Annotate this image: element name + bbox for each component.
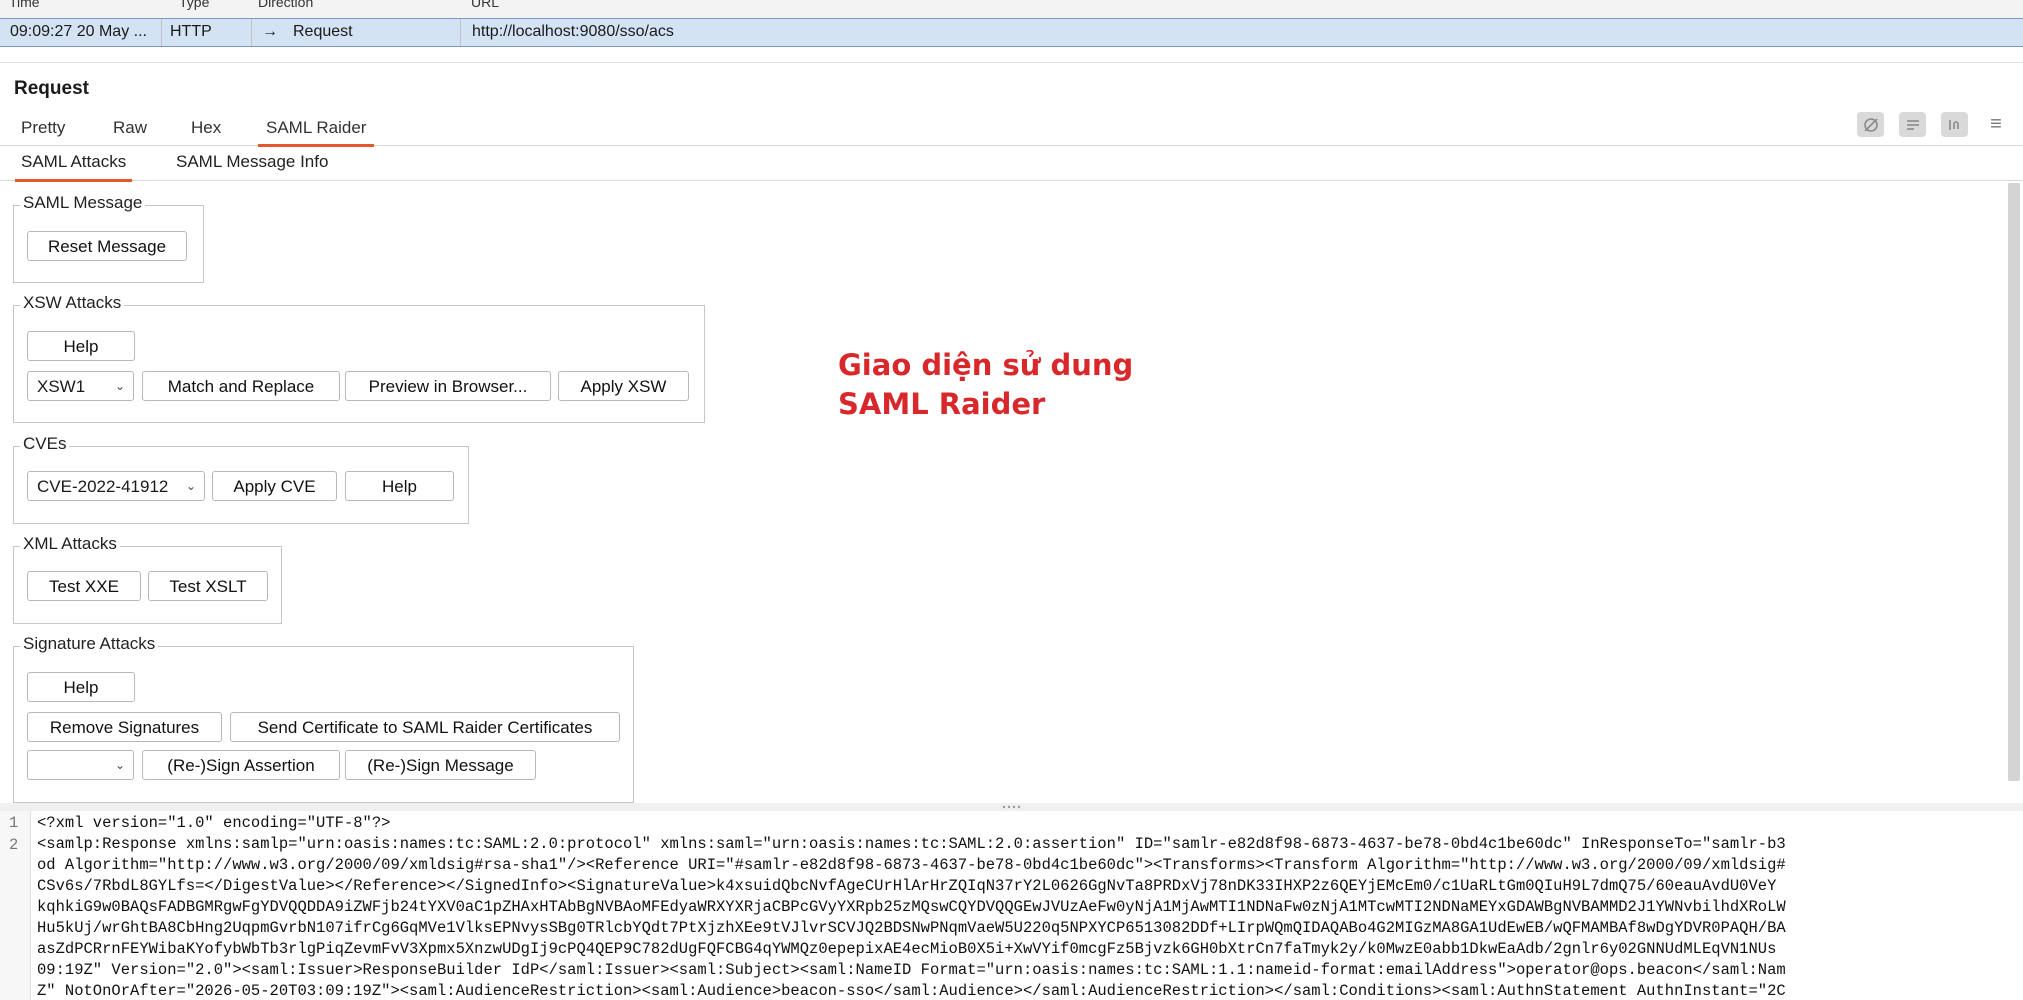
vertical-scrollbar[interactable]: [2008, 183, 2020, 781]
cve-select-value: CVE-2022-41912: [37, 477, 169, 496]
tab-raw[interactable]: Raw: [105, 118, 155, 144]
wrap-lines-icon[interactable]: [1899, 112, 1926, 137]
cve-help-button[interactable]: Help: [345, 471, 454, 501]
column-header-url[interactable]: URL: [471, 0, 499, 10]
chevron-down-icon: ⌄: [114, 379, 125, 393]
cve-select[interactable]: CVE-2022-41912 ⌄: [27, 471, 205, 501]
tab-saml-raider[interactable]: SAML Raider: [258, 118, 375, 147]
newline-icon[interactable]: [1941, 112, 1968, 137]
code-line: asZdPCRrnFEYWibaKYofybWbTb3rlgPiqZevmFvV…: [37, 940, 1777, 958]
code-line: Z" NotOnOrAfter="2026-05-20T03:09:19Z"><…: [37, 982, 1786, 1000]
group-legend: Signature Attacks: [20, 634, 159, 654]
apply-cve-button[interactable]: Apply CVE: [212, 471, 337, 501]
group-legend: SAML Message: [20, 193, 146, 213]
tab-hex[interactable]: Hex: [183, 118, 229, 144]
history-table-header: Time Type Direction URL: [0, 0, 2023, 19]
splitter-grip-icon: [1000, 805, 1024, 809]
cves-group: CVEs CVE-2022-41912 ⌄ Apply CVE Help: [13, 434, 469, 524]
resign-assertion-button[interactable]: (Re-)Sign Assertion: [142, 750, 340, 780]
signature-help-button[interactable]: Help: [27, 672, 135, 702]
test-xslt-button[interactable]: Test XSLT: [148, 571, 268, 601]
chevron-down-icon: ⌄: [185, 479, 196, 493]
annotation-line-2: SAML Raider: [838, 387, 1046, 421]
row-time: 09:09:27 20 May ...: [10, 23, 147, 40]
remove-signatures-button[interactable]: Remove Signatures: [27, 712, 222, 742]
tab-pretty[interactable]: Pretty: [13, 118, 73, 144]
menu-icon[interactable]: ≡: [1985, 112, 2007, 137]
direction-arrow-icon: →: [262, 23, 278, 40]
chevron-down-icon: ⌄: [114, 758, 125, 772]
apply-xsw-button[interactable]: Apply XSW: [558, 371, 689, 401]
request-tabs: Pretty Raw Hex SAML Raider: [0, 115, 2023, 147]
line-number: 2: [9, 836, 19, 854]
saml-message-group: SAML Message Reset Message: [13, 193, 204, 283]
annotation-text: Giao diện sử dung SAML Raider: [838, 346, 1133, 424]
code-line: <?xml version="1.0" encoding="UTF-8"?>: [37, 814, 391, 832]
match-and-replace-button[interactable]: Match and Replace: [142, 371, 340, 401]
saml-subtabs: SAML Attacks SAML Message Info: [0, 146, 2023, 182]
code-line: od Algorithm="http://www.w3.org/2000/09/…: [37, 856, 1786, 874]
line-number: 1: [9, 814, 19, 832]
xsw-select-value: XSW1: [37, 377, 86, 396]
xml-attacks-group: XML Attacks Test XXE Test XSLT: [13, 534, 282, 624]
preview-in-browser-button[interactable]: Preview in Browser...: [345, 371, 551, 401]
reset-message-button[interactable]: Reset Message: [27, 231, 187, 261]
column-header-direction[interactable]: Direction: [258, 0, 313, 10]
code-line: Hu5kUj/wrGhtBA8CbHng2UqpmGvrbN107ifrCg6G…: [37, 919, 1786, 937]
xsw-attacks-group: XSW Attacks Help XSW1 ⌄ Match and Replac…: [13, 293, 705, 423]
row-url: http://localhost:9080/sso/acs: [472, 23, 674, 40]
tab-saml-message-info[interactable]: SAML Message Info: [170, 152, 334, 179]
xml-editor[interactable]: 1 2 <?xml version="1.0" encoding="UTF-8"…: [0, 811, 2023, 1000]
history-row-selected[interactable]: 09:09:27 20 May ... HTTP → Request http:…: [0, 18, 2023, 47]
divider: [0, 62, 2023, 63]
annotation-line-1: Giao diện sử dung: [838, 348, 1134, 382]
group-legend: XML Attacks: [20, 534, 120, 554]
send-certificate-button[interactable]: Send Certificate to SAML Raider Certific…: [230, 712, 620, 742]
certificate-select[interactable]: ⌄: [27, 750, 134, 780]
column-header-time[interactable]: Time: [9, 0, 40, 10]
code-line: kqhkiG9w0BAQsFADBGMRgwFgYDVQQDDA9iZWFjb2…: [37, 898, 1786, 916]
tab-saml-attacks[interactable]: SAML Attacks: [15, 152, 133, 182]
request-title: Request: [14, 78, 89, 99]
line-number-gutter: 1 2: [0, 811, 31, 1000]
group-legend: CVEs: [20, 434, 70, 454]
group-legend: XSW Attacks: [20, 293, 125, 313]
column-header-type[interactable]: Type: [179, 0, 209, 10]
row-type: HTTP: [170, 23, 212, 40]
code-line: CSv6s/7RbdL8GYLfs=</DigestValue></Refere…: [37, 877, 1777, 895]
code-line: <samlp:Response xmlns:samlp="urn:oasis:n…: [37, 835, 1786, 853]
signature-attacks-group: Signature Attacks Help Remove Signatures…: [13, 634, 634, 803]
code-line: 09:19Z" Version="2.0"><saml:Issuer>Respo…: [37, 961, 1786, 979]
eye-off-icon[interactable]: [1857, 112, 1884, 137]
test-xxe-button[interactable]: Test XXE: [27, 571, 141, 601]
xsw-help-button[interactable]: Help: [27, 331, 135, 361]
resign-message-button[interactable]: (Re-)Sign Message: [345, 750, 536, 780]
xsw-select[interactable]: XSW1 ⌄: [27, 371, 134, 401]
row-direction: Request: [293, 23, 353, 40]
